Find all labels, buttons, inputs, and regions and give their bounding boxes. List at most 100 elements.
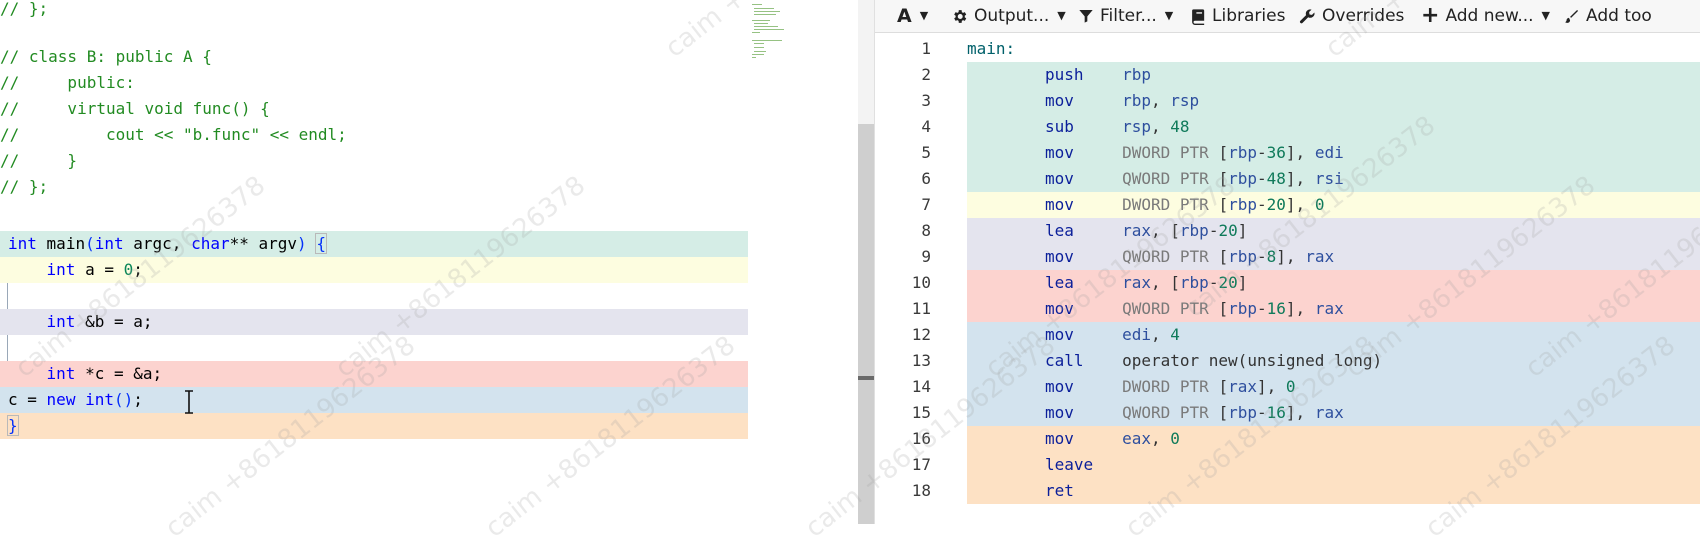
line-number: 9 [921, 247, 931, 266]
chevron-down-icon: ▼ [1057, 9, 1066, 22]
asm-line-17[interactable]: 17 leave [875, 452, 1700, 478]
asm-instruction: main: [967, 39, 1016, 58]
line-number: 17 [911, 455, 931, 474]
add-tool-label: Add too [1586, 6, 1652, 26]
code-line-6[interactable]: // cout << "b.func" << endl; [0, 122, 347, 148]
wrench-icon [1299, 8, 1315, 23]
line-number: 10 [911, 273, 931, 292]
asm-line-10[interactable]: 10 lea rax, [rbp-20] [875, 270, 1700, 296]
brush-icon [1565, 9, 1578, 23]
line-number: 15 [911, 403, 931, 422]
line-number: 11 [911, 299, 931, 318]
code-line-new-int[interactable]: c = new int(); [0, 387, 748, 413]
code-line-7[interactable]: // } [0, 148, 77, 174]
code-line-5[interactable]: // virtual void func() { [0, 96, 270, 122]
asm-instruction: mov eax, 0 [1045, 429, 1180, 448]
line-number: 16 [911, 429, 931, 448]
code-line-closing-brace[interactable]: } [0, 413, 748, 439]
code-minimap[interactable] [750, 2, 790, 64]
libraries-button[interactable]: Libraries [1191, 0, 1285, 32]
line-number: 2 [921, 65, 931, 84]
line-number: 4 [921, 117, 931, 136]
line-number: 5 [921, 143, 931, 162]
asm-line-5[interactable]: 5 mov DWORD PTR [rbp-36], edi [875, 140, 1700, 166]
asm-instruction: ret [1045, 481, 1074, 500]
asm-line-12[interactable]: 12 mov edi, 4 [875, 322, 1700, 348]
asm-instruction: mov DWORD PTR [rax], 0 [1045, 377, 1296, 396]
pane-splitter[interactable] [858, 0, 874, 524]
code-line-int-c[interactable]: int *c = &a; [0, 361, 748, 387]
asm-instruction: lea rax, [rbp-20] [1045, 221, 1248, 240]
asm-line-6[interactable]: 6 mov QWORD PTR [rbp-48], rsi [875, 166, 1700, 192]
asm-instruction: mov rbp, rsp [1045, 91, 1200, 110]
asm-line-3[interactable]: 3 mov rbp, rsp [875, 88, 1700, 114]
asm-instruction: mov QWORD PTR [rbp-16], rax [1045, 403, 1344, 422]
line-number: 18 [911, 481, 931, 500]
output-menu-button[interactable]: Output... ▼ [951, 0, 1066, 32]
asm-line-11[interactable]: 11 mov QWORD PTR [rbp-16], rax [875, 296, 1700, 322]
compiler-output-pane[interactable]: A ▼ Output... ▼ Filter... ▼ Libraries Overr… [874, 0, 1700, 524]
code-line-main[interactable]: int main(int argc, char** argv) { [0, 231, 748, 257]
chevron-down-icon: ▼ [1164, 9, 1174, 22]
add-tool-button[interactable]: Add too [1563, 0, 1652, 32]
code-line-4[interactable]: // public: [0, 70, 135, 96]
asm-line-9[interactable]: 9 mov QWORD PTR [rbp-8], rax [875, 244, 1700, 270]
overrides-button[interactable]: Overrides [1299, 0, 1404, 32]
line-number: 7 [921, 195, 931, 214]
gutter-change-mark [7, 283, 8, 309]
asm-instruction: mov QWORD PTR [rbp-8], rax [1045, 247, 1335, 266]
filter-menu-label: Filter... [1100, 6, 1157, 26]
scrollbar-thumb[interactable] [858, 124, 874, 524]
libraries-label: Libraries [1212, 6, 1286, 26]
asm-instruction: sub rsp, 48 [1045, 117, 1190, 136]
asm-line-16[interactable]: 16 mov eax, 0 [875, 426, 1700, 452]
asm-instruction: mov DWORD PTR [rbp-36], edi [1045, 143, 1344, 162]
text-cursor-icon [183, 389, 195, 415]
asm-line-highlight [967, 478, 1700, 504]
compiler-toolbar: A ▼ Output... ▼ Filter... ▼ Libraries Overr… [875, 0, 1700, 33]
plus-icon: + [1421, 3, 1440, 28]
asm-instruction: mov DWORD PTR [rbp-20], 0 [1045, 195, 1325, 214]
asm-line-15[interactable]: 15 mov QWORD PTR [rbp-16], rax [875, 400, 1700, 426]
gutter-change-mark [7, 335, 8, 361]
filter-icon [1079, 10, 1093, 23]
asm-instruction: mov QWORD PTR [rbp-16], rax [1045, 299, 1344, 318]
code-line-int-b[interactable]: int &b = a; [0, 309, 748, 335]
overrides-label: Overrides [1322, 6, 1405, 26]
line-number: 3 [921, 91, 931, 110]
line-number: 13 [911, 351, 931, 370]
asm-line-8[interactable]: 8 lea rax, [rbp-20] [875, 218, 1700, 244]
asm-line-13[interactable]: 13 call operator new(unsigned long) [875, 348, 1700, 374]
code-line-8[interactable]: // }; [0, 174, 48, 200]
asm-instruction: mov edi, 4 [1045, 325, 1180, 344]
line-number: 14 [911, 377, 931, 396]
gear-icon [954, 9, 967, 23]
filter-menu-button[interactable]: Filter... ▼ [1078, 0, 1173, 32]
font-size-button[interactable]: A ▼ [897, 0, 928, 32]
asm-instruction: push rbp [1045, 65, 1151, 84]
add-new-button[interactable]: + Add new... ▼ [1421, 0, 1550, 32]
output-menu-label: Output... [974, 6, 1050, 26]
asm-instruction: call operator new(unsigned long) [1045, 351, 1383, 370]
splitter-grip[interactable] [858, 376, 874, 380]
line-number: 1 [921, 39, 931, 58]
asm-line-14[interactable]: 14 mov DWORD PTR [rax], 0 [875, 374, 1700, 400]
code-line-int-a[interactable]: int a = 0; [0, 257, 748, 283]
asm-line-7[interactable]: 7 mov DWORD PTR [rbp-20], 0 [875, 192, 1700, 218]
code-line-3[interactable]: // class B: public A { [0, 44, 212, 70]
chevron-down-icon: ▼ [919, 9, 929, 22]
source-editor-pane[interactable]: // }; // class B: public A { // public: … [0, 0, 858, 524]
asm-instruction: mov QWORD PTR [rbp-48], rsi [1045, 169, 1344, 188]
asm-line-2[interactable]: 2 push rbp [875, 62, 1700, 88]
font-icon-label: A [897, 5, 912, 27]
asm-line-4[interactable]: 4 sub rsp, 48 [875, 114, 1700, 140]
code-line-1[interactable]: // }; [0, 0, 48, 22]
asm-line-1[interactable]: 1 main: [875, 36, 1700, 62]
add-new-label: Add new... [1445, 6, 1534, 26]
line-number: 6 [921, 169, 931, 188]
line-number: 8 [921, 221, 931, 240]
chevron-down-icon: ▼ [1541, 9, 1551, 22]
asm-line-18[interactable]: 18 ret [875, 478, 1700, 504]
book-icon [1192, 8, 1205, 25]
asm-instruction: leave [1045, 455, 1094, 474]
